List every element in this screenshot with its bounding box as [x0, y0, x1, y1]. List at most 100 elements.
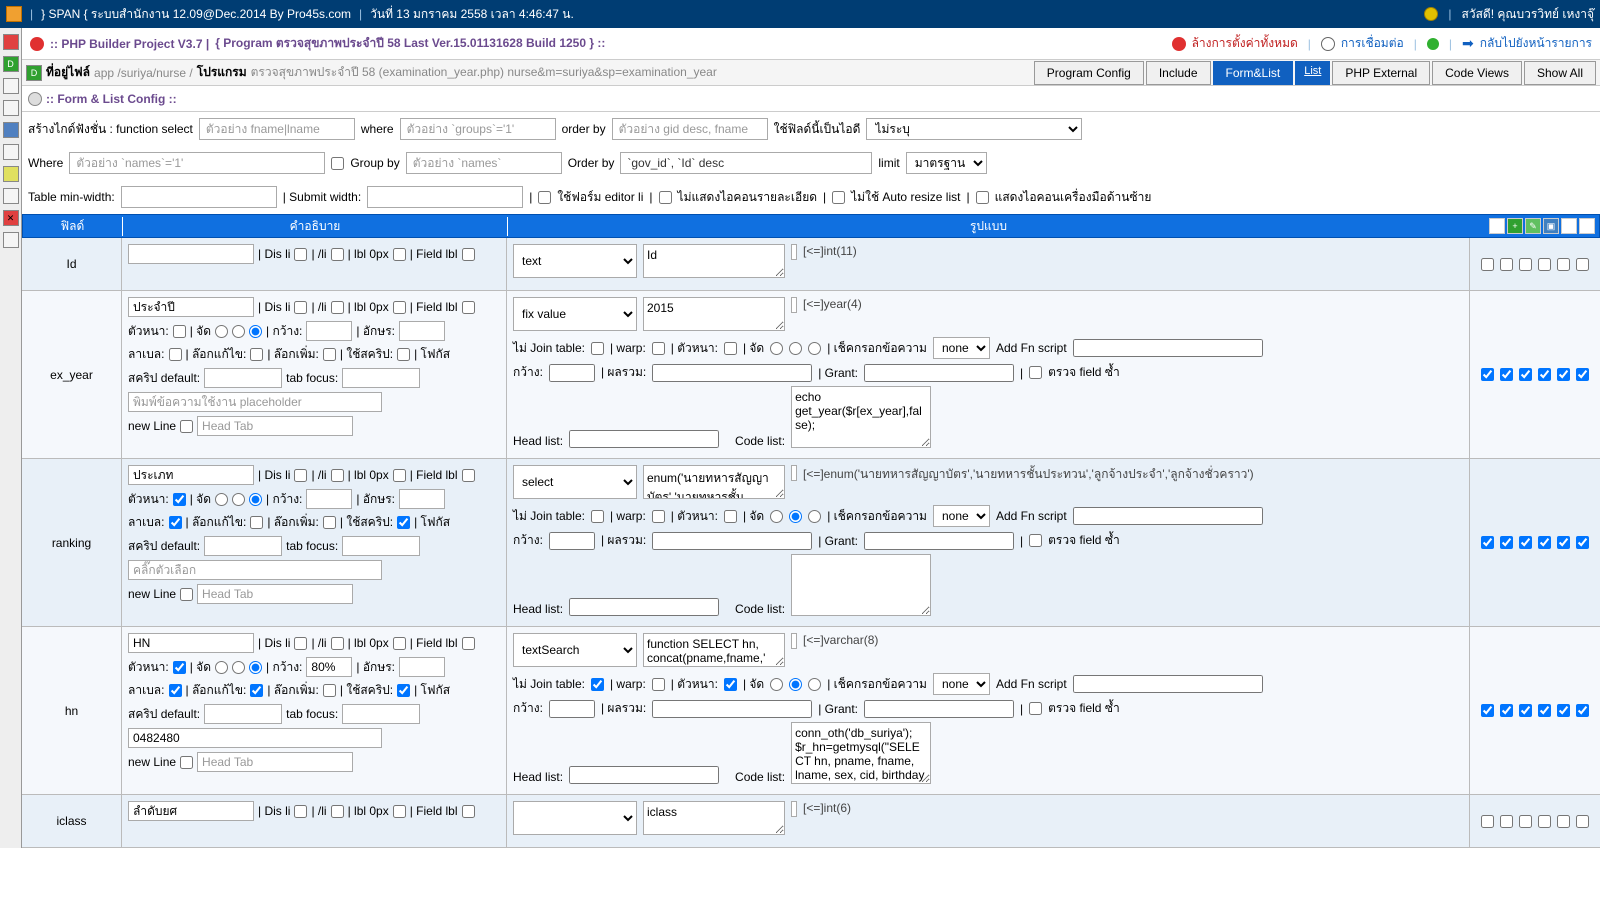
headtab-in[interactable]: [197, 416, 353, 436]
align-r[interactable]: [249, 493, 262, 506]
fwidth-in[interactable]: [549, 532, 595, 550]
lockedit-chk[interactable]: [250, 348, 263, 361]
back-arrow-icon[interactable]: ➡: [1462, 35, 1474, 52]
warp-chk[interactable]: [652, 678, 665, 691]
align-r[interactable]: [249, 325, 262, 338]
newline-chk[interactable]: [180, 756, 193, 769]
row-chk-3[interactable]: [1538, 704, 1551, 717]
expand-icon[interactable]: [791, 465, 797, 481]
headtab-in[interactable]: [197, 752, 353, 772]
scriptdef-in[interactable]: [204, 704, 282, 724]
row-chk-2[interactable]: [1519, 815, 1532, 828]
where-input[interactable]: [400, 118, 556, 140]
fnscript-in[interactable]: [1073, 339, 1263, 357]
nojoin-chk[interactable]: [591, 342, 604, 355]
row-chk-1[interactable]: [1500, 368, 1513, 381]
tab-show-all[interactable]: Show All: [1524, 61, 1596, 85]
clear-settings-link[interactable]: ล้างการตั้งค่าทั้งหมด: [1192, 34, 1298, 53]
lbl-chk[interactable]: [169, 684, 182, 697]
falign-r[interactable]: [808, 342, 821, 355]
sum-in[interactable]: [652, 532, 812, 550]
alert-icon[interactable]: [1424, 7, 1438, 21]
tab-form-list[interactable]: Form&List: [1213, 61, 1294, 85]
headlist-in[interactable]: [569, 598, 719, 616]
home-icon[interactable]: [6, 6, 22, 22]
headlist-in[interactable]: [569, 430, 719, 448]
falign-c[interactable]: [789, 342, 802, 355]
align-c[interactable]: [232, 661, 245, 674]
bold2-chk[interactable]: [724, 342, 737, 355]
groupby-input[interactable]: [406, 152, 562, 174]
row-chk-2[interactable]: [1519, 258, 1532, 271]
lockadd-chk[interactable]: [323, 684, 336, 697]
row-chk-3[interactable]: [1538, 815, 1551, 828]
icon-red[interactable]: [3, 34, 19, 50]
limit-select[interactable]: มาตรฐาน: [906, 152, 987, 174]
refresh-icon[interactable]: [1427, 38, 1439, 50]
back-link[interactable]: กลับไปยังหน้ารายการ: [1480, 34, 1592, 53]
align-c[interactable]: [232, 325, 245, 338]
lbl-chk[interactable]: [169, 348, 182, 361]
desc-input[interactable]: [128, 633, 254, 653]
row-chk-0[interactable]: [1481, 368, 1494, 381]
lbl0-chk[interactable]: [393, 248, 406, 261]
headtab-in[interactable]: [197, 584, 353, 604]
row-chk-3[interactable]: [1538, 536, 1551, 549]
width-in[interactable]: [306, 321, 352, 341]
usescript-chk[interactable]: [397, 348, 410, 361]
icon-7[interactable]: [3, 166, 19, 182]
field-ta[interactable]: function SELECT hn, concat(pname,fname,': [643, 633, 785, 667]
orderby-input[interactable]: [612, 118, 768, 140]
row-chk-2[interactable]: [1519, 704, 1532, 717]
row-chk-1[interactable]: [1500, 536, 1513, 549]
usescript-chk[interactable]: [397, 684, 410, 697]
groupby-check[interactable]: [331, 157, 344, 170]
width-in[interactable]: [306, 657, 352, 677]
nojoin-chk[interactable]: [591, 678, 604, 691]
grant-in[interactable]: [864, 700, 1014, 718]
tool-3[interactable]: ✎: [1525, 218, 1541, 234]
row-chk-3[interactable]: [1538, 368, 1551, 381]
row-chk-0[interactable]: [1481, 704, 1494, 717]
row-chk-5[interactable]: [1576, 704, 1589, 717]
width-in[interactable]: [306, 489, 352, 509]
lbl0-chk[interactable]: [393, 469, 406, 482]
lbl0-chk[interactable]: [393, 637, 406, 650]
codelist-ta[interactable]: echo get_year($r[ex_year],false);: [791, 386, 931, 448]
lbl0-chk[interactable]: [393, 301, 406, 314]
sli-chk[interactable]: [331, 469, 344, 482]
row-chk-1[interactable]: [1500, 704, 1513, 717]
icon-5[interactable]: [3, 122, 19, 138]
sli-chk[interactable]: [331, 637, 344, 650]
flbl-chk[interactable]: [462, 469, 475, 482]
nodetail-check[interactable]: [659, 191, 672, 204]
falign-r[interactable]: [808, 510, 821, 523]
disli-chk[interactable]: [294, 637, 307, 650]
desc-input[interactable]: [128, 297, 254, 317]
placeholder-in[interactable]: [128, 560, 382, 580]
falign-c[interactable]: [789, 678, 802, 691]
type-select[interactable]: textSearch: [513, 633, 637, 667]
disli-chk[interactable]: [294, 469, 307, 482]
stop-icon[interactable]: [30, 37, 44, 51]
checkinput-sel[interactable]: none: [933, 673, 990, 695]
clear-icon[interactable]: [1172, 37, 1186, 51]
disli-chk[interactable]: [294, 805, 307, 818]
bold-chk[interactable]: [173, 661, 186, 674]
flbl-chk[interactable]: [462, 301, 475, 314]
where2-input[interactable]: [69, 152, 325, 174]
lockedit-chk[interactable]: [250, 684, 263, 697]
fwidth-in[interactable]: [549, 700, 595, 718]
align-l[interactable]: [215, 493, 228, 506]
connection-link[interactable]: การเชื่อมต่อ: [1341, 34, 1404, 53]
fwidth-in[interactable]: [549, 364, 595, 382]
lockedit-chk[interactable]: [250, 516, 263, 529]
placeholder-in[interactable]: [128, 392, 382, 412]
warp-chk[interactable]: [652, 510, 665, 523]
row-chk-4[interactable]: [1557, 815, 1570, 828]
desc-input[interactable]: [128, 801, 254, 821]
row-chk-4[interactable]: [1557, 536, 1570, 549]
row-chk-1[interactable]: [1500, 815, 1513, 828]
type-select[interactable]: text: [513, 244, 637, 278]
icon-6[interactable]: [3, 144, 19, 160]
